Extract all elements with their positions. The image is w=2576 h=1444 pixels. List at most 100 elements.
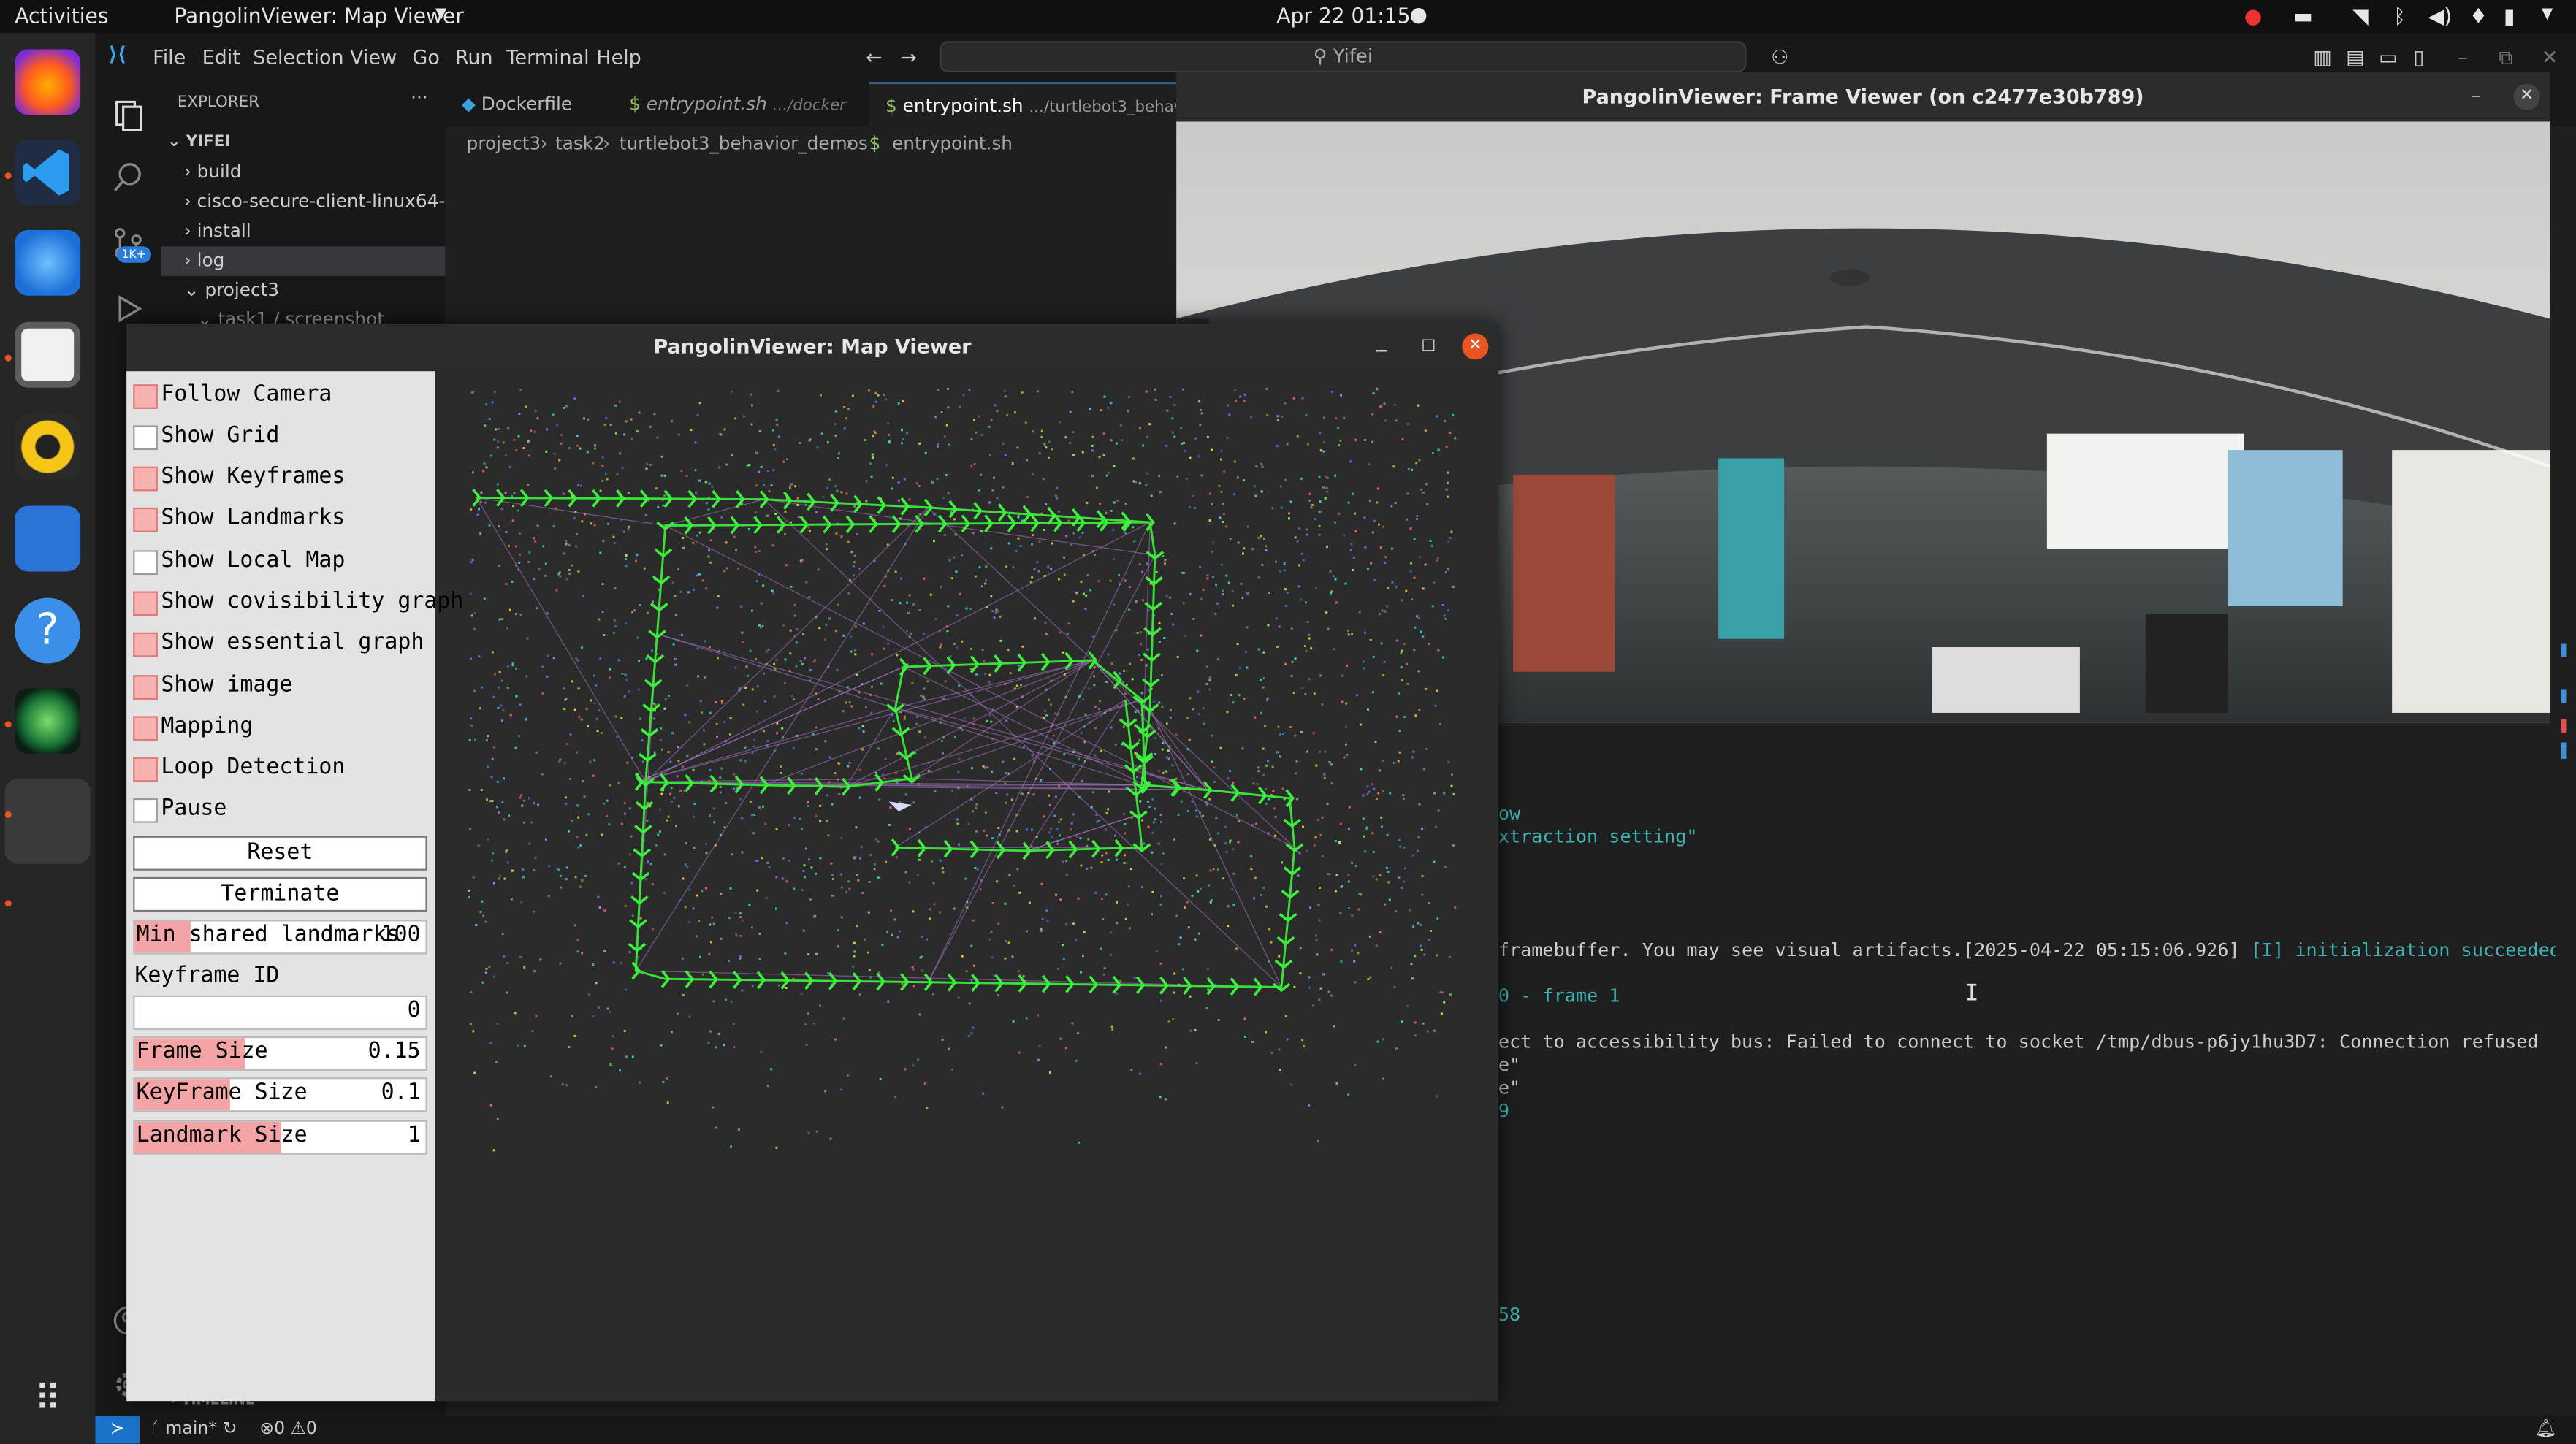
min-shared-landmarks-slider[interactable]: Min shared landmarks 100 [133, 920, 427, 955]
close-icon[interactable]: ✕ [2513, 83, 2540, 110]
microphone-icon[interactable]: ♦ [2469, 3, 2488, 28]
run-debug-icon[interactable] [112, 292, 145, 325]
terminal-app-icon[interactable] [4, 778, 91, 864]
checkbox-show-local-map[interactable]: Show Local Map [133, 547, 462, 580]
menu-help[interactable]: Help [596, 46, 641, 69]
slider-label: Min shared landmarks [136, 922, 400, 948]
running-indicator [4, 354, 12, 362]
keyframe-size-slider[interactable]: KeyFrame Size 0.1 [133, 1077, 427, 1112]
copilot-icon[interactable]: ⚇ [1771, 46, 1788, 69]
tab-dockerfile[interactable]: ◆ Dockerfile [445, 82, 609, 126]
terminal-text: e" [1498, 1077, 1521, 1099]
app-icon[interactable] [15, 688, 81, 755]
menu-go[interactable]: Go [412, 46, 439, 69]
help-icon[interactable]: ? [15, 597, 81, 664]
more-actions-icon[interactable]: ··· [411, 87, 428, 108]
tree-item-install[interactable]: › install [161, 217, 445, 246]
close-icon[interactable]: ✕ [1462, 333, 1489, 360]
files-icon[interactable] [15, 321, 81, 388]
tab-entrypoint-docker[interactable]: $ entrypoint.sh .../docker [613, 82, 863, 126]
rhythmbox-icon[interactable] [15, 413, 81, 480]
remote-icon[interactable]: ≻ [95, 1416, 140, 1444]
menu-file[interactable]: File [153, 46, 186, 69]
minimize-icon[interactable]: – [2458, 46, 2467, 69]
writer-icon[interactable] [15, 505, 81, 572]
restore-icon[interactable]: ⧉ [2499, 46, 2512, 71]
toggle-secondary-icon[interactable]: ▯ [2413, 46, 2424, 69]
terminal-scrollbar[interactable] [2556, 624, 2576, 1416]
branch-indicator[interactable]: ᚴ main* ↻ [150, 1419, 237, 1439]
checkbox-show-covisibility-graph[interactable]: Show covisibility graph [133, 588, 463, 621]
checkbox-show-landmarks[interactable]: Show Landmarks [133, 504, 462, 537]
terminal-panel[interactable]: ow xtraction setting" framebuffer. You m… [1498, 722, 2576, 1416]
error-icon: ⊗ [259, 1418, 275, 1439]
explorer-icon[interactable] [112, 99, 145, 131]
tree-item-build[interactable]: › build [161, 158, 445, 187]
menu-terminal[interactable]: Terminal [506, 46, 590, 69]
landmark-size-slider[interactable]: Landmark Size 1 [133, 1120, 427, 1155]
terminal-line: ect to accessibility bus: Failed to conn… [1498, 1031, 2539, 1053]
show-apps-icon[interactable]: ⠿ [15, 1368, 80, 1434]
crumb-file[interactable]: entrypoint.sh [892, 133, 1013, 154]
menu-selection[interactable]: Selection [253, 46, 343, 69]
slider-value: 0.1 [381, 1080, 421, 1106]
map-3d-view[interactable] [435, 371, 1498, 1402]
checkbox-show-grid[interactable]: Show Grid [133, 422, 462, 455]
layout-icon[interactable]: ▥ [2313, 46, 2332, 69]
crumb-project3[interactable]: project3 [467, 133, 541, 154]
search-icon[interactable] [112, 161, 145, 194]
forward-arrow-icon[interactable]: → [900, 46, 917, 69]
frame-viewer-title: PangolinViewer: Frame Viewer (on c2477e3… [1176, 72, 2550, 122]
maximize-icon[interactable]: ◻ [1421, 333, 1436, 354]
tree-item-log[interactable]: › log [161, 246, 446, 276]
menu-edit[interactable]: Edit [202, 46, 240, 69]
crumb-task2[interactable]: task2 [555, 133, 605, 154]
slam-map-render[interactable] [435, 371, 1498, 1401]
checkbox-loop-detection[interactable]: Loop Detection [133, 754, 462, 787]
checkbox-show-essential-graph[interactable]: Show essential graph [133, 629, 462, 662]
system-menu-icon[interactable]: ▼ [2542, 7, 2553, 23]
explorer-root[interactable]: ⌄ YIFEI [161, 128, 445, 157]
battery-icon[interactable]: ▮ [2504, 3, 2515, 28]
firefox-icon[interactable] [15, 49, 81, 115]
volume-icon[interactable]: ◀) [2428, 3, 2453, 28]
menu-view[interactable]: View [350, 46, 397, 69]
activities-button[interactable]: Activities [15, 3, 108, 28]
minimize-icon[interactable]: – [1375, 333, 1388, 364]
thunderbird-icon[interactable] [15, 229, 81, 296]
app-menu[interactable]: PangolinViewer: Map Viewer [174, 3, 463, 28]
menu-run[interactable]: Run [455, 46, 493, 69]
tree-item-cisco[interactable]: › cisco-secure-client-linux64-5... [161, 187, 446, 216]
checkbox-pause[interactable]: Pause [133, 795, 462, 828]
problems-indicator[interactable]: ⊗0 ⚠0 [259, 1419, 317, 1439]
checkbox-show-image[interactable]: Show image [133, 672, 462, 705]
branch-label: main* [165, 1418, 218, 1439]
frame-size-slider[interactable]: Frame Size 0.15 [133, 1036, 427, 1071]
screen-icon[interactable]: ▬ [2293, 3, 2313, 28]
vscode-icon[interactable] [15, 140, 81, 206]
toggle-panel-icon[interactable]: ▭ [2379, 46, 2398, 69]
crumb-folder[interactable]: turtlebot3_behavior_demos [620, 133, 868, 154]
toggle-sidebar-icon[interactable]: ▤ [2346, 46, 2365, 69]
clock[interactable]: Apr 22 01:15 [1276, 3, 1410, 28]
bluetooth-icon[interactable]: ᛒ [2393, 3, 2406, 28]
tab-entrypoint-turtlebot[interactable]: $ entrypoint.sh .../turtlebot3_behavi [869, 82, 1181, 127]
terminate-button[interactable]: Terminate [133, 876, 427, 912]
reset-button[interactable]: Reset [133, 836, 427, 871]
tree-item-task1[interactable]: ⌄ task1 / screenshot [161, 305, 445, 324]
chevron-down-icon[interactable]: ▼ [435, 7, 447, 23]
minimize-icon[interactable]: – [2471, 84, 2480, 107]
back-arrow-icon[interactable]: ← [866, 46, 883, 69]
command-center-search[interactable]: ⚲ Yifei [940, 41, 1747, 72]
wifi-icon[interactable]: ◥ [2352, 3, 2369, 28]
checkbox-follow-camera[interactable]: Follow Camera [133, 381, 462, 414]
tree-item-project3[interactable]: ⌄ project3 [161, 276, 445, 305]
checkbox-show-keyframes[interactable]: Show Keyframes [133, 463, 462, 496]
checkbox-mapping[interactable]: Mapping [133, 713, 462, 746]
bell-icon[interactable]: 🔔︎ [2535, 1418, 2557, 1439]
keyframe-id-label: Keyframe ID [134, 963, 280, 989]
close-icon[interactable]: ✕ [2542, 46, 2558, 69]
keyframe-id-input[interactable]: 0 [133, 995, 427, 1030]
running-indicator [4, 900, 12, 907]
record-icon[interactable]: ● [2244, 3, 2263, 28]
